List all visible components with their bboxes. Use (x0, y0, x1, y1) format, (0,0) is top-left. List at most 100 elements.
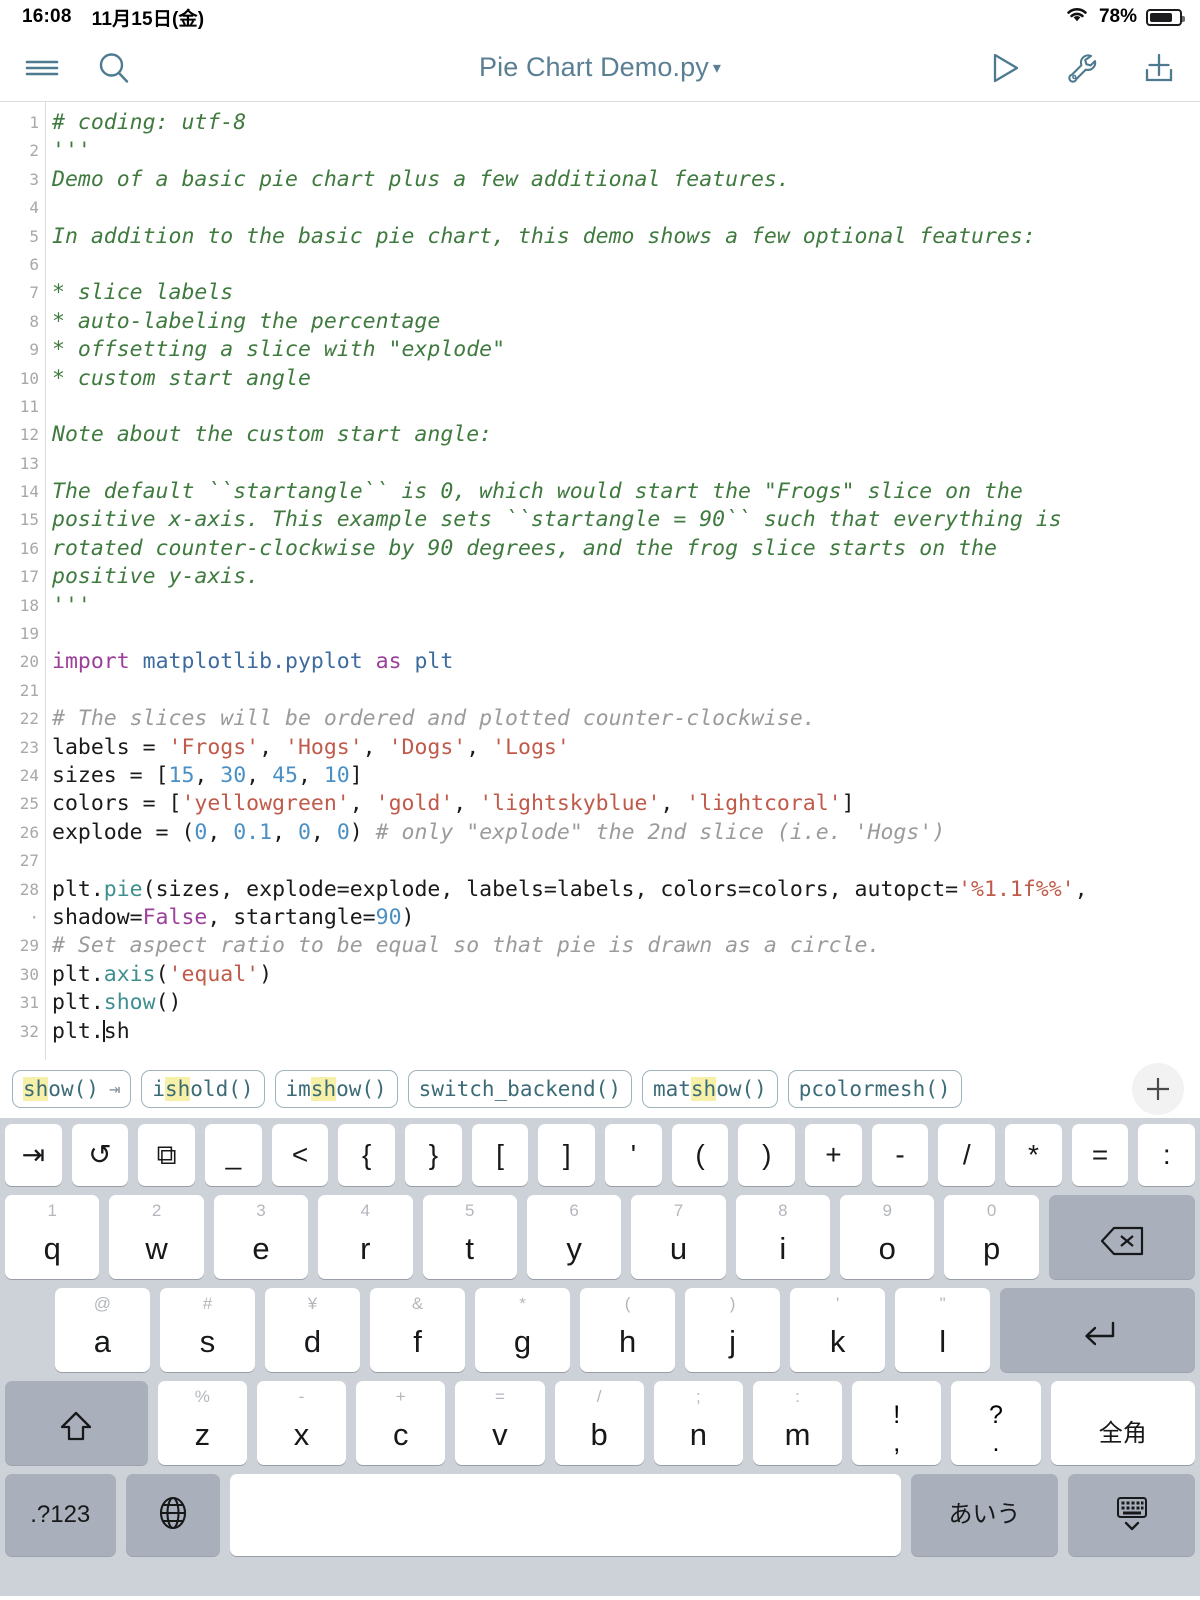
return-key[interactable] (1000, 1288, 1195, 1372)
key-f[interactable]: & f (370, 1288, 466, 1372)
suggestion-chip[interactable]: mat sh ow() (641, 1070, 778, 1108)
code-line[interactable]: 3 Demo of a basic pie chart plus a few ad… (0, 166, 1200, 194)
minus-key[interactable]: - (871, 1124, 929, 1186)
key-w[interactable]: 2w (109, 1195, 204, 1279)
code-line[interactable]: 21 (0, 677, 1200, 705)
suggestion-chip[interactable]: im sh ow() (274, 1070, 398, 1108)
code-line[interactable]: 28 plt.pie(sizes, explode=explode, labels… (0, 876, 1200, 904)
key-b[interactable]: / b (554, 1381, 644, 1465)
hide-keyboard-key[interactable] (1068, 1474, 1195, 1556)
code-line[interactable]: 15 positive x-axis. This example sets ``s… (0, 506, 1200, 534)
key-u[interactable]: 7u (631, 1195, 726, 1279)
code-line[interactable]: 6 (0, 251, 1200, 279)
comma-exclaim-key[interactable]: !, (852, 1381, 942, 1465)
code-editor[interactable]: 1 # coding: utf-8 2 ''' 3 Demo of a basic pie… (0, 102, 1200, 1060)
ime-mode-key[interactable]: あいう (910, 1474, 1059, 1556)
code-line[interactable]: 30 plt.axis('equal') (0, 961, 1200, 989)
code-line[interactable]: 27 (0, 847, 1200, 875)
key-x[interactable]: -x (256, 1381, 347, 1465)
underscore-key[interactable]: _ (205, 1124, 262, 1186)
key-v[interactable]: = v (455, 1381, 545, 1465)
code-line[interactable]: 1 # coding: utf-8 (0, 109, 1200, 137)
code-line[interactable]: 12 Note about the custom start angle: (0, 421, 1200, 449)
paren-open-key[interactable]: ( (671, 1124, 729, 1186)
key-k[interactable]: ' k (790, 1288, 886, 1372)
key-o[interactable]: 9o (840, 1195, 935, 1279)
key-a[interactable]: @ a (54, 1288, 150, 1372)
key-g[interactable]: * g (475, 1288, 571, 1372)
shift-key[interactable] (5, 1381, 148, 1465)
asterisk-key[interactable]: * (1005, 1124, 1062, 1186)
less-than-key[interactable]: < (271, 1124, 329, 1186)
key-j[interactable]: ) j (685, 1288, 781, 1372)
key-z[interactable]: % z (157, 1381, 247, 1465)
code-line[interactable]: 2 ''' (0, 137, 1200, 165)
code-line[interactable]: 29 # Set aspect ratio to be equal so that… (0, 932, 1200, 960)
code-line[interactable]: 22 # The slices will be ordered and plott… (0, 705, 1200, 733)
suggestion-chip[interactable]: pcolormesh() (787, 1070, 962, 1108)
search-icon[interactable] (96, 50, 132, 86)
bracket-open-key[interactable]: [ (471, 1124, 529, 1186)
zenkaku-key[interactable]: 全角 (1050, 1381, 1196, 1465)
key-h[interactable]: (h (580, 1288, 676, 1372)
key-p[interactable]: 0p (944, 1195, 1039, 1279)
hamburger-menu-icon[interactable] (22, 53, 62, 83)
code-line[interactable]: · shadow=False, startangle=90) (0, 904, 1200, 932)
code-line[interactable]: 8 * auto-labeling the percentage (0, 308, 1200, 336)
code-line[interactable]: 31 plt.show() (0, 989, 1200, 1017)
code-line[interactable]: 7 * slice labels (0, 279, 1200, 307)
code-line[interactable]: 16 rotated counter-clockwise by 90 degree… (0, 535, 1200, 563)
wrench-icon[interactable] (1062, 49, 1100, 87)
equals-key[interactable]: = (1071, 1124, 1129, 1186)
code-line[interactable]: 13 (0, 450, 1200, 478)
key-c[interactable]: + c (356, 1381, 446, 1465)
plus-icon[interactable] (1132, 1063, 1184, 1115)
code-line[interactable]: 11 (0, 393, 1200, 421)
bracket-close-key[interactable]: ] (538, 1124, 596, 1186)
code-line[interactable]: 10 * custom start angle (0, 365, 1200, 393)
globe-key[interactable] (125, 1474, 220, 1556)
key-l[interactable]: " l (895, 1288, 991, 1372)
key-n[interactable]: ; n (653, 1381, 743, 1465)
paren-close-key[interactable]: ) (738, 1124, 796, 1186)
key-y[interactable]: 6y (526, 1195, 622, 1279)
undo-key[interactable]: ↺ (71, 1124, 129, 1186)
code-line[interactable]: 5 In addition to the basic pie chart, thi… (0, 223, 1200, 251)
key-t[interactable]: 5t (422, 1195, 517, 1279)
code-line[interactable]: 32 plt.sh (0, 1018, 1200, 1046)
suggestion-chip[interactable]: sh ow() ⇥ (12, 1070, 132, 1108)
suggestion-chip[interactable]: switch_backend() (407, 1070, 632, 1108)
copy-paste-key[interactable]: ⧉ (138, 1124, 196, 1186)
plus-key[interactable]: + (805, 1124, 862, 1186)
code-line[interactable]: 14 The default ``startangle`` is 0, which… (0, 478, 1200, 506)
code-line[interactable]: 9 * offsetting a slice with "explode" (0, 336, 1200, 364)
brace-open-key[interactable]: { (338, 1124, 396, 1186)
space-key[interactable] (229, 1474, 901, 1556)
period-question-key[interactable]: ?. (951, 1381, 1041, 1465)
key-s[interactable]: # s (159, 1288, 255, 1372)
key-m[interactable]: :m (752, 1381, 843, 1465)
code-line[interactable]: 4 (0, 194, 1200, 222)
colon-key[interactable]: : (1138, 1124, 1196, 1186)
code-line[interactable]: 24 sizes = [15, 30, 45, 10] (0, 762, 1200, 790)
run-play-icon[interactable] (988, 50, 1022, 86)
key-i[interactable]: 8i (735, 1195, 830, 1279)
numeric-switch-key[interactable]: .?123 (5, 1474, 116, 1556)
apostrophe-key[interactable]: ' (605, 1124, 662, 1186)
code-line[interactable]: 26 explode = (0, 0.1, 0, 0) # only "explo… (0, 819, 1200, 847)
code-line[interactable]: 18 ''' (0, 592, 1200, 620)
code-line[interactable]: 20 import matplotlib.pyplot as plt (0, 648, 1200, 676)
code-line[interactable]: 25 colors = ['yellowgreen', 'gold', 'ligh… (0, 790, 1200, 818)
key-r[interactable]: 4r (318, 1195, 413, 1279)
suggestion-chip[interactable]: i sh old() (141, 1070, 265, 1108)
backspace-key[interactable] (1048, 1195, 1196, 1279)
key-q[interactable]: 1q (5, 1195, 100, 1279)
slash-key[interactable]: / (938, 1124, 996, 1186)
key-e[interactable]: 3e (213, 1195, 309, 1279)
key-d[interactable]: ¥ d (264, 1288, 360, 1372)
code-line[interactable]: 19 (0, 620, 1200, 648)
add-to-tray-icon[interactable] (1140, 50, 1178, 86)
brace-close-key[interactable]: } (405, 1124, 462, 1186)
code-line[interactable]: 17 positive y-axis. (0, 563, 1200, 591)
code-line[interactable]: 23 labels = 'Frogs', 'Hogs', 'Dogs', 'Log… (0, 734, 1200, 762)
